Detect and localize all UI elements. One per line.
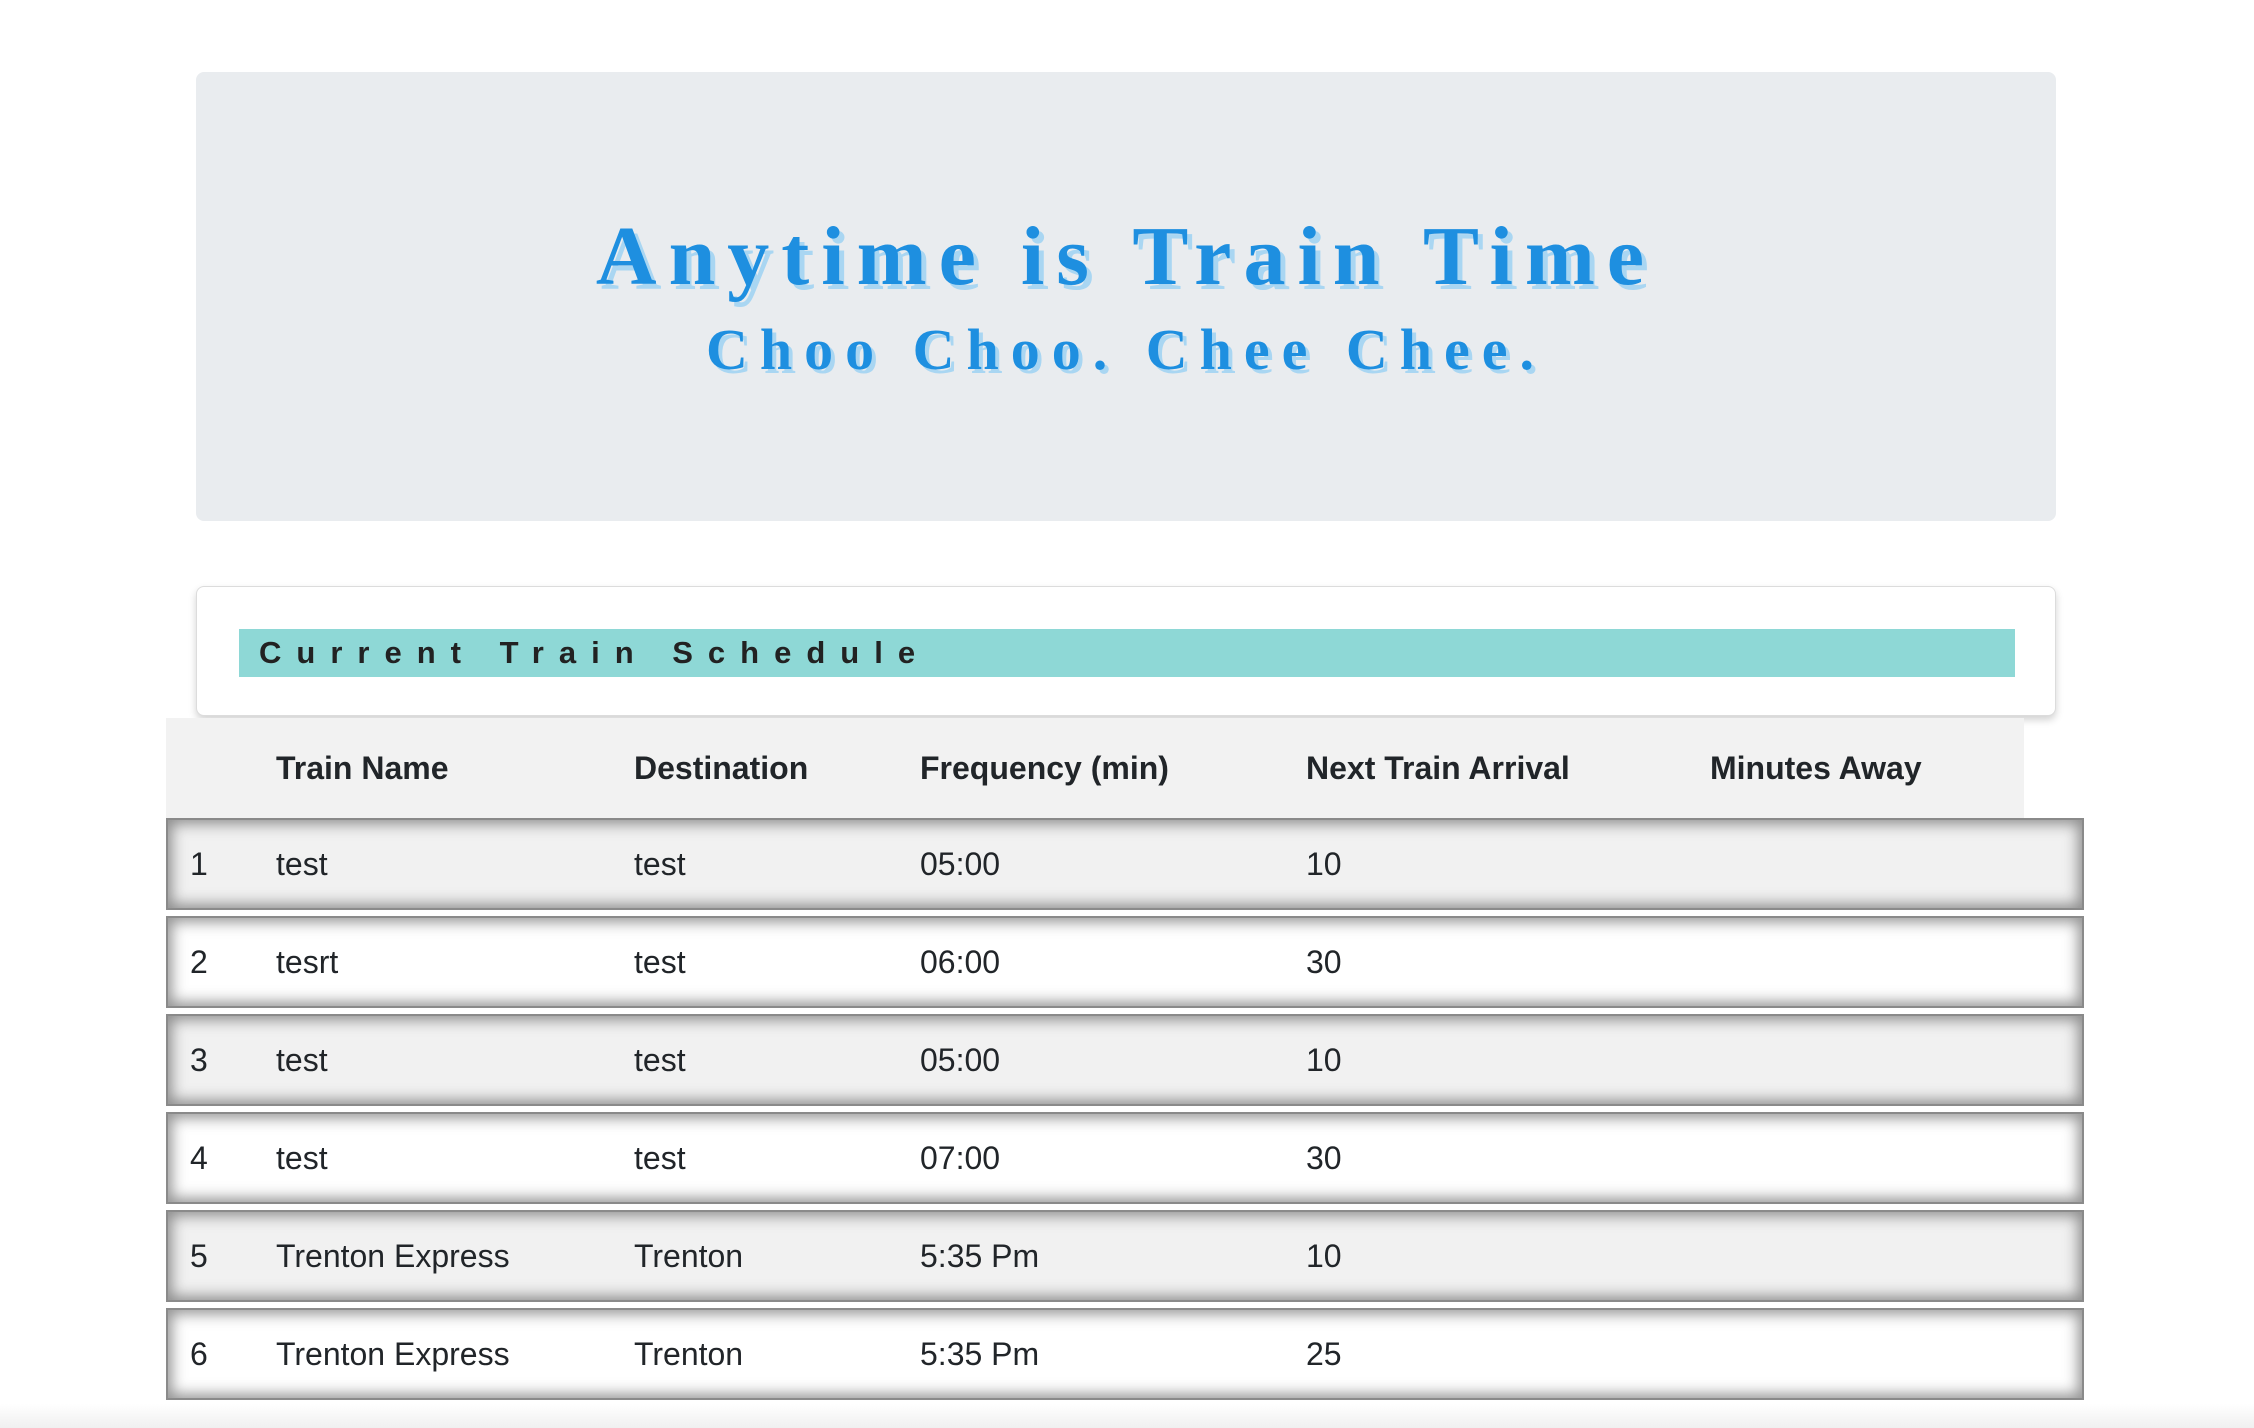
column-header-frequency: Frequency (min) [920, 750, 1169, 786]
next-arrival-cell: 30 [1306, 1140, 1342, 1176]
column-header-minutes-away: Minutes Away [1710, 750, 1922, 786]
train-name-cell: tesrt [276, 944, 339, 980]
window-bottom-edge [0, 1404, 2254, 1428]
schedule-heading-bar: Current Train Schedule [239, 629, 2015, 677]
page-subtitle: Choo Choo. Chee Chee. [705, 316, 1547, 382]
next-arrival-cell: 10 [1306, 846, 1342, 882]
frequency-cell: 5:35 Pm [920, 1336, 1040, 1372]
column-header-next-arrival: Next Train Arrival [1306, 750, 1570, 786]
schedule-card: Current Train Schedule [196, 586, 2056, 716]
train-name-cell: test [276, 1042, 328, 1078]
table-row: 5 Trenton Express Trenton 5:35 Pm 10 [166, 1210, 2084, 1302]
train-name-cell: Trenton Express [276, 1336, 510, 1372]
column-header-train-name: Train Name [276, 750, 449, 786]
jumbotron-banner: Anytime is Train Time Choo Choo. Chee Ch… [196, 72, 2056, 521]
train-name-cell: Trenton Express [276, 1238, 510, 1274]
next-arrival-cell: 25 [1306, 1336, 1342, 1372]
table-row: 4 test test 07:00 30 [166, 1112, 2084, 1204]
train-name-cell: test [276, 1140, 328, 1176]
table-row: 3 test test 05:00 10 [166, 1014, 2084, 1106]
row-number: 5 [190, 1238, 208, 1274]
train-name-cell: test [276, 846, 328, 882]
schedule-heading: Current Train Schedule [259, 635, 931, 670]
destination-cell: Trenton [634, 1238, 744, 1274]
row-number: 6 [190, 1336, 208, 1372]
row-number: 3 [190, 1042, 208, 1078]
next-arrival-cell: 10 [1306, 1042, 1342, 1078]
column-header-destination: Destination [634, 750, 809, 786]
row-number: 2 [190, 944, 208, 980]
row-number: 4 [190, 1140, 208, 1176]
table-row: 6 Trenton Express Trenton 5:35 Pm 25 [166, 1308, 2084, 1400]
row-number: 1 [190, 846, 208, 882]
page-title: Anytime is Train Time [595, 210, 1657, 304]
page: Anytime is Train Time Choo Choo. Chee Ch… [0, 0, 2254, 1428]
destination-cell: test [634, 1140, 686, 1176]
frequency-cell: 06:00 [920, 944, 1001, 980]
table-header: Train Name Destination Frequency (min) N… [166, 718, 2024, 818]
table-row: 2 tesrt test 06:00 30 [166, 916, 2084, 1008]
destination-cell: test [634, 1042, 686, 1078]
destination-cell: Trenton [634, 1336, 744, 1372]
next-arrival-cell: 10 [1306, 1238, 1342, 1274]
frequency-cell: 07:00 [920, 1140, 1001, 1176]
frequency-cell: 05:00 [920, 846, 1001, 882]
table-row: 1 test test 05:00 10 [166, 818, 2084, 910]
next-arrival-cell: 30 [1306, 944, 1342, 980]
frequency-cell: 5:35 Pm [920, 1238, 1040, 1274]
destination-cell: test [634, 846, 686, 882]
destination-cell: test [634, 944, 686, 980]
frequency-cell: 05:00 [920, 1042, 1001, 1078]
